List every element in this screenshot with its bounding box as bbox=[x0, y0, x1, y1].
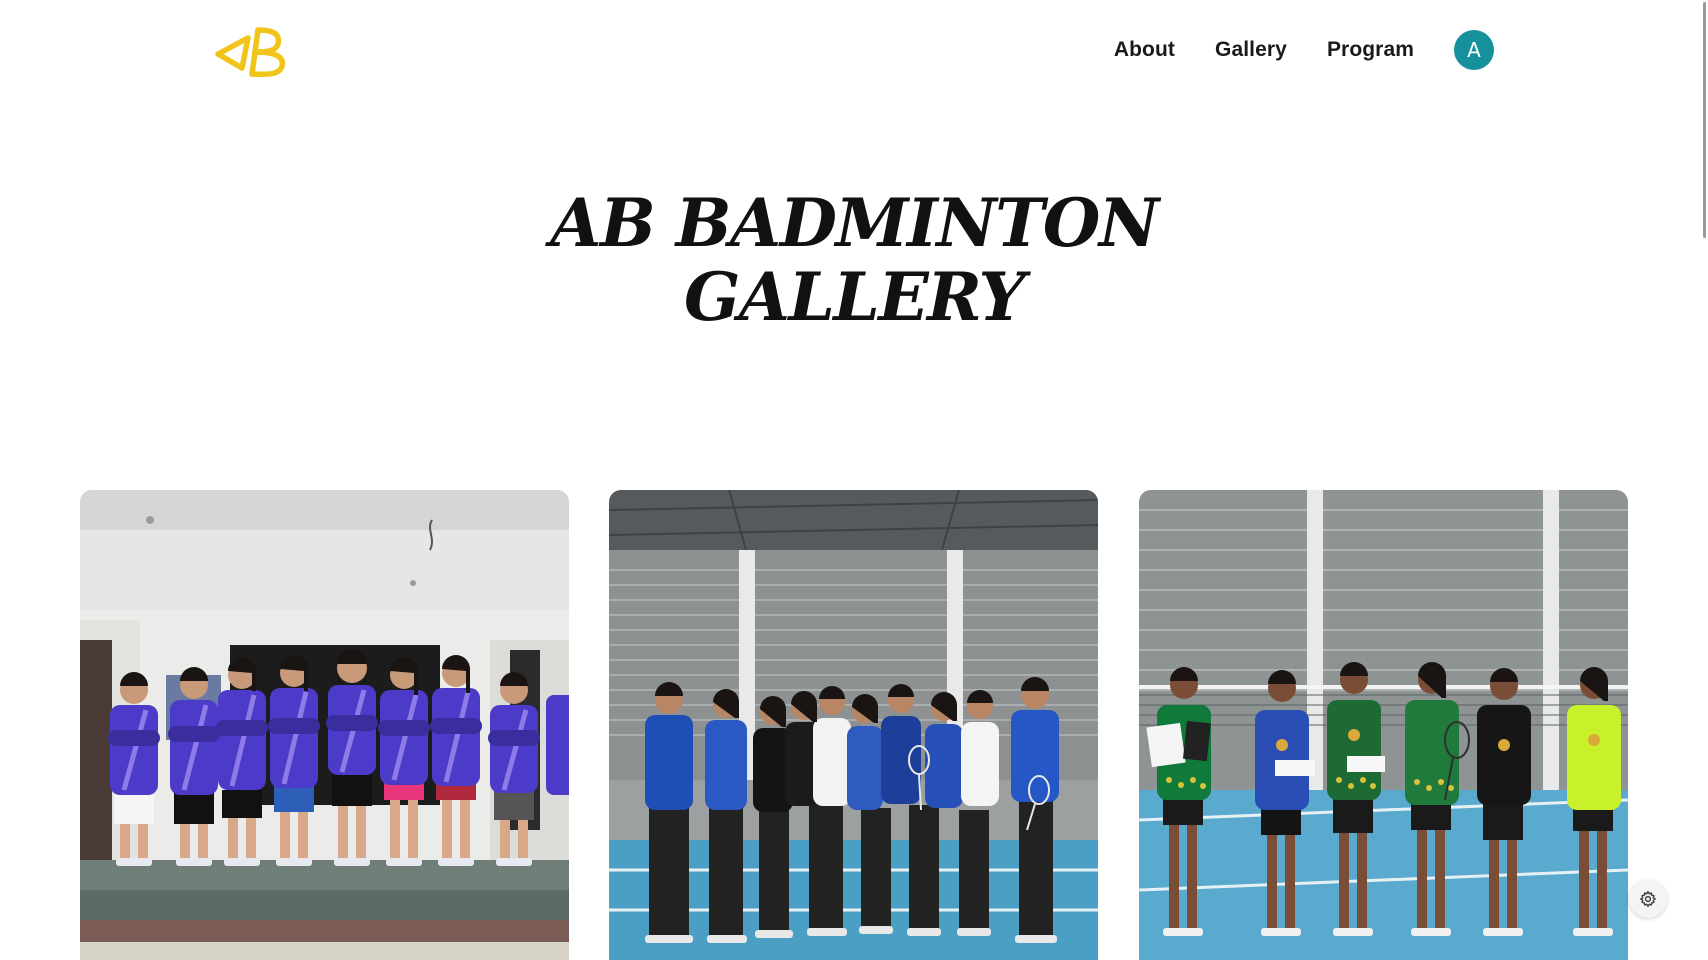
gallery-photo-2[interactable] bbox=[609, 490, 1098, 960]
scrollbar[interactable] bbox=[1700, 0, 1708, 960]
gallery-photo-3[interactable] bbox=[1139, 490, 1628, 960]
gear-icon bbox=[1639, 890, 1657, 908]
page-title: AB BADMINTON GALLERY bbox=[0, 186, 1708, 334]
photo-gallery bbox=[80, 490, 1628, 960]
court-group-photo-image bbox=[609, 490, 1098, 960]
team-photo-image bbox=[80, 490, 569, 960]
medal-winners-photo-image bbox=[1139, 490, 1628, 960]
user-avatar[interactable]: A bbox=[1454, 30, 1494, 70]
ab-logo-icon[interactable] bbox=[214, 24, 296, 80]
nav-gallery-link[interactable]: Gallery bbox=[1215, 38, 1287, 62]
page-title-line-1: AB BADMINTON bbox=[550, 184, 1159, 262]
main-nav: About Gallery Program A bbox=[1114, 30, 1494, 70]
page: About Gallery Program A AB BADMINTON GAL… bbox=[0, 0, 1708, 960]
nav-about-link[interactable]: About bbox=[1114, 38, 1175, 62]
page-title-line-2: GALLERY bbox=[683, 258, 1026, 336]
scrollbar-thumb[interactable] bbox=[1703, 2, 1706, 238]
settings-button[interactable] bbox=[1629, 880, 1667, 918]
gallery-photo-1[interactable] bbox=[80, 490, 569, 960]
nav-program-link[interactable]: Program bbox=[1327, 38, 1414, 62]
